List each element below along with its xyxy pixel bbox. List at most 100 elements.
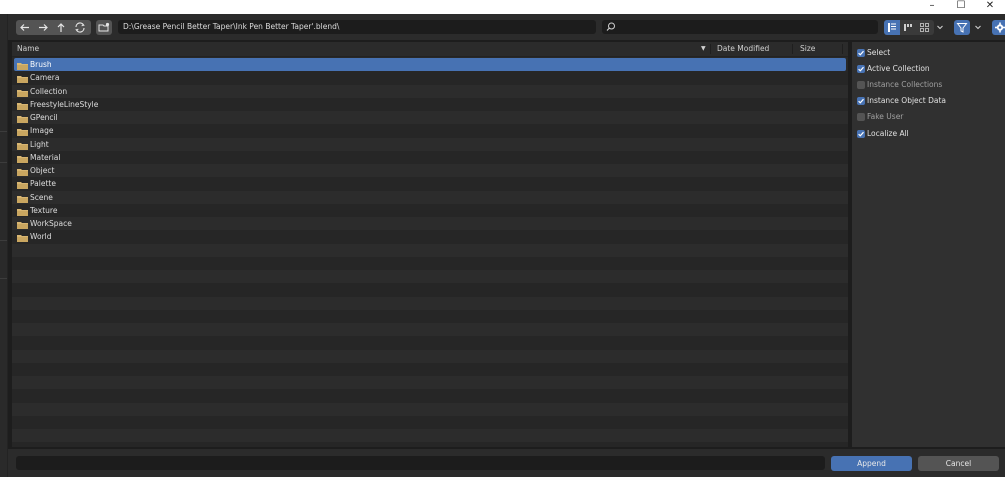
file-list: Name ▼ Date Modified Size Brush Camera Col…: [12, 42, 848, 447]
list-item[interactable]: WorkSpace: [12, 217, 848, 231]
vertical-list-view-button[interactable]: [884, 20, 900, 35]
option-label: Fake User: [867, 112, 904, 122]
horizontal-list-view-button[interactable]: [901, 20, 917, 35]
chevron-down-icon: [937, 25, 943, 30]
folder-icon: [17, 141, 28, 150]
option-active-collection[interactable]: Active Collection: [857, 63, 997, 75]
filter-icon: [956, 23, 968, 33]
append-button[interactable]: Append: [831, 456, 912, 471]
checkbox-unchecked[interactable]: [857, 113, 865, 122]
empty-row: [12, 323, 848, 337]
thumbnail-view-button[interactable]: [917, 20, 933, 35]
column-date-modified-header[interactable]: Date Modified: [717, 42, 769, 56]
back-button[interactable]: [16, 20, 34, 35]
folder-icon: [17, 194, 28, 203]
file-rows: Brush Camera Collection FreestyleLineStyle G…: [12, 58, 848, 447]
empty-row: [12, 442, 848, 447]
list-item-label: Material: [30, 152, 61, 162]
empty-row: [12, 296, 848, 310]
window-title-bar: – ☐ ✕: [0, 0, 1005, 14]
options-region-toggle-button[interactable]: [992, 20, 1005, 35]
forward-button[interactable]: [34, 20, 52, 35]
filter-toggle-button[interactable]: [954, 20, 970, 35]
folder-icon: [17, 180, 28, 190]
list-item[interactable]: Camera: [12, 71, 848, 85]
list-item-label: Image: [30, 126, 54, 136]
empty-row: [12, 389, 848, 403]
option-label: Instance Object Data: [867, 96, 947, 106]
option-localize-all[interactable]: Localize All: [857, 128, 997, 140]
cancel-button[interactable]: Cancel: [918, 456, 999, 471]
folder-icon: [17, 74, 28, 84]
option-fake-user[interactable]: Fake User: [857, 111, 997, 123]
list-view-icon: [888, 23, 896, 32]
option-label: Instance Collections: [867, 80, 943, 90]
search-icon: [606, 22, 615, 31]
list-item[interactable]: Scene: [12, 190, 848, 204]
column-size-header[interactable]: Size: [800, 42, 815, 56]
close-window-button[interactable]: ✕: [975, 0, 1005, 14]
file-browser-toolbar: D:\Grease Pencil Better Taper\Ink Pen Be…: [8, 14, 1005, 40]
empty-row: [12, 402, 848, 416]
refresh-button[interactable]: [71, 20, 89, 35]
checkbox-checked[interactable]: [857, 65, 865, 74]
empty-row: [12, 429, 848, 443]
list-item[interactable]: Image: [12, 124, 848, 138]
arrow-right-icon: [39, 24, 48, 31]
list-item[interactable]: Material: [12, 150, 848, 164]
empty-row: [12, 309, 848, 323]
column-name-header[interactable]: Name: [17, 42, 39, 56]
column-separator: [842, 44, 843, 54]
filter-settings-dropdown[interactable]: [973, 20, 983, 35]
checkbox-checked[interactable]: [857, 49, 865, 57]
list-item-label: Palette: [30, 179, 56, 189]
folder-icon: [17, 233, 28, 243]
list-item-label: Light: [30, 139, 49, 149]
checkbox-checked[interactable]: [857, 97, 865, 106]
option-label: Active Collection: [867, 64, 930, 74]
folder-icon: [17, 101, 28, 110]
filename-field[interactable]: [16, 456, 825, 470]
chevron-down-icon: [975, 25, 981, 30]
empty-row: [12, 283, 848, 297]
list-item[interactable]: Texture: [12, 203, 848, 217]
option-instance-collections[interactable]: Instance Collections: [857, 79, 997, 91]
checkbox-checked[interactable]: [857, 129, 865, 138]
parent-directory-button[interactable]: [52, 20, 70, 35]
list-item[interactable]: GPencil: [12, 111, 848, 125]
list-item-label: GPencil: [30, 113, 58, 122]
folder-icon: [17, 88, 28, 97]
import-options-panel: Select Active Collection Instance Collecti…: [852, 42, 1005, 447]
refresh-icon: [75, 22, 85, 33]
maximize-button[interactable]: ☐: [946, 0, 976, 14]
minimize-button[interactable]: –: [917, 0, 947, 14]
list-item[interactable]: World: [12, 230, 848, 244]
list-item[interactable]: Light: [12, 137, 848, 151]
folder-icon: [17, 220, 28, 229]
list-item-label: Scene: [30, 192, 53, 202]
list-item[interactable]: Brush: [14, 58, 846, 72]
option-select[interactable]: Select: [857, 47, 997, 59]
list-item[interactable]: Collection: [12, 84, 848, 98]
search-field[interactable]: [602, 20, 878, 34]
list-column-header: Name ▼ Date Modified Size: [12, 42, 848, 57]
column-separator: [792, 44, 793, 54]
navigation-button-group: [16, 20, 91, 35]
list-item[interactable]: Object: [12, 164, 848, 178]
option-label: Select: [867, 48, 891, 57]
display-settings-dropdown[interactable]: [935, 20, 945, 35]
column-separator: [710, 44, 711, 54]
folder-icon: [17, 207, 28, 216]
create-directory-button[interactable]: [96, 20, 112, 35]
empty-row: [12, 270, 848, 284]
empty-row: [12, 362, 848, 376]
folder-icon: [17, 127, 28, 137]
file-browser-bottom-bar: Append Cancel: [8, 449, 1005, 477]
list-item[interactable]: Palette: [12, 177, 848, 191]
list-item[interactable]: FreestyleLineStyle: [12, 97, 848, 111]
checkbox-unchecked[interactable]: [857, 81, 865, 90]
directory-path-field[interactable]: D:\Grease Pencil Better Taper\Ink Pen Be…: [118, 20, 596, 34]
option-instance-object-data[interactable]: Instance Object Data: [857, 95, 997, 107]
arrow-left-icon: [20, 24, 29, 31]
sort-arrow-icon[interactable]: ▼: [701, 42, 706, 56]
